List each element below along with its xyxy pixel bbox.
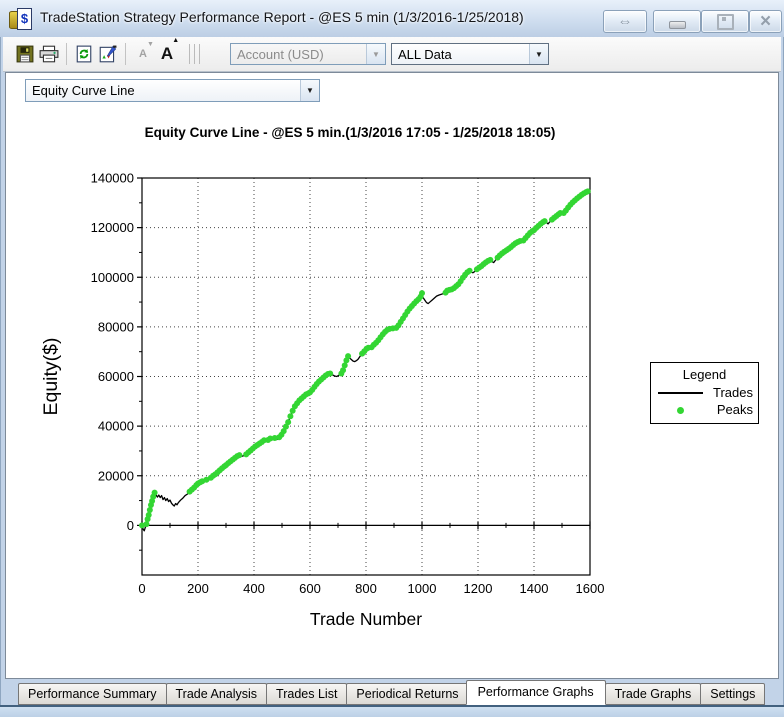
close-button[interactable]: × — [749, 10, 782, 33]
dock-button[interactable]: ⇔ — [603, 10, 647, 33]
chart-title: Equity Curve Line - @ES 5 min.(1/3/2016 … — [144, 125, 556, 140]
data-range-dropdown-value: ALL Data — [398, 46, 452, 62]
close-icon: × — [759, 10, 772, 32]
font-increase-icon: A ▲ — [160, 37, 180, 63]
account-dropdown-value: Account (USD) — [237, 46, 324, 62]
chevron-down-icon: ▼ — [366, 44, 385, 64]
chevron-down-icon: ▼ — [529, 44, 548, 64]
minimize-button[interactable] — [653, 10, 701, 33]
tab-trade-analysis[interactable]: Trade Analysis — [165, 683, 268, 705]
font-increase-button[interactable]: A ▲ — [155, 37, 180, 66]
legend-label-peaks: Peaks — [716, 402, 753, 417]
toolbar-grip — [194, 44, 195, 64]
tab-periodical-returns[interactable]: Periodical Returns — [346, 683, 469, 705]
chevron-down-icon: ▼ — [300, 80, 319, 101]
report-settings-button[interactable] — [96, 42, 120, 66]
maximize-icon — [716, 13, 734, 30]
toolbar-grip — [199, 44, 200, 64]
dock-arrows-icon: ⇔ — [617, 13, 633, 30]
trades-line-swatch — [658, 392, 703, 394]
title-bar[interactable]: $ TradeStation Strategy Performance Repo… — [0, 0, 784, 37]
tab-performance-graphs[interactable]: Performance Graphs — [465, 680, 606, 705]
legend-label-trades: Trades — [713, 385, 753, 400]
minimize-icon — [668, 21, 686, 29]
tab-trade-graphs[interactable]: Trade Graphs — [604, 683, 702, 705]
legend-title: Legend — [682, 367, 727, 382]
refresh-icon — [76, 45, 92, 63]
report-tab-bar: Performance Summary Trade Analysis Trade… — [5, 680, 779, 705]
save-icon — [16, 45, 34, 63]
tab-trades-list[interactable]: Trades List — [266, 683, 348, 705]
window-bottom-border — [0, 707, 784, 717]
tab-settings[interactable]: Settings — [700, 683, 766, 705]
data-range-dropdown[interactable]: ALL Data ▼ — [391, 43, 549, 65]
font-decrease-button: A ▼ — [131, 41, 155, 66]
graph-type-dropdown-value: Equity Curve Line — [32, 83, 135, 98]
toolbar-grip — [189, 44, 190, 64]
account-dropdown: Account (USD) ▼ — [230, 43, 386, 65]
print-button[interactable] — [37, 42, 61, 66]
window-title: TradeStation Strategy Performance Report… — [40, 9, 524, 25]
chart-legend: Legend Trades Peaks — [650, 362, 759, 424]
report-settings-icon — [99, 45, 117, 63]
app-icon: $ — [9, 8, 33, 30]
toolbar-separator — [125, 43, 126, 65]
font-decrease-icon: A ▼ — [139, 41, 154, 60]
print-icon — [39, 45, 59, 63]
save-button[interactable] — [13, 42, 37, 66]
tab-performance-summary[interactable]: Performance Summary — [18, 683, 167, 705]
maximize-button[interactable] — [701, 10, 749, 33]
tradestation-report-window: $ TradeStation Strategy Performance Repo… — [0, 0, 784, 717]
refresh-report-button[interactable] — [72, 42, 96, 66]
toolbar-separator — [66, 43, 67, 65]
graph-type-dropdown[interactable]: Equity Curve Line ▼ — [25, 79, 320, 102]
dollar-report-icon: $ — [17, 8, 32, 30]
peaks-dot-swatch — [677, 407, 684, 414]
